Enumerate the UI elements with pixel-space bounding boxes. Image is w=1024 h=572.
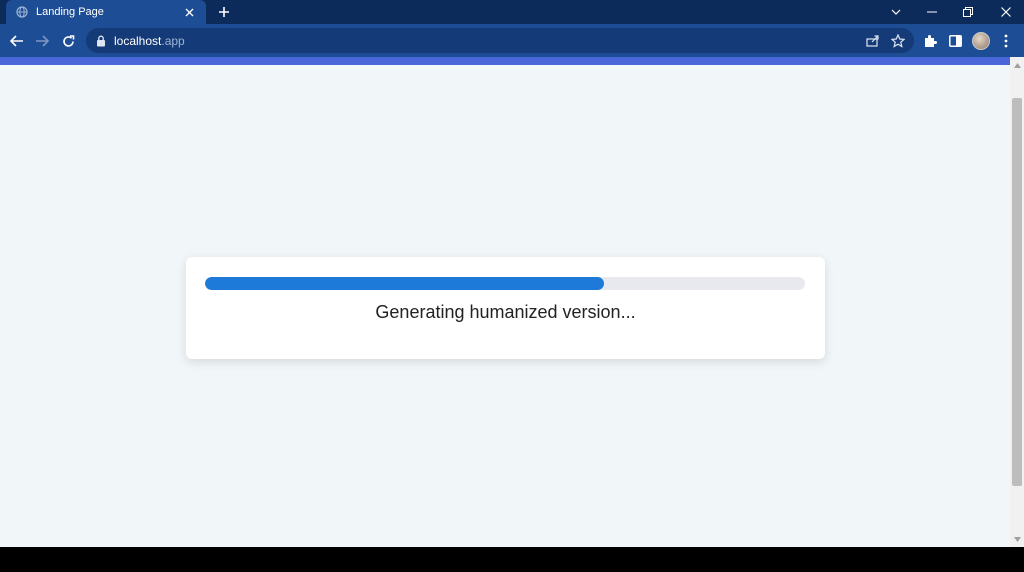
bookmark-star-icon[interactable] <box>887 30 909 52</box>
progress-bar-fill <box>205 277 604 290</box>
address-tld: .app <box>161 33 185 48</box>
address-host: localhost <box>114 33 162 48</box>
extensions-puzzle-icon[interactable] <box>919 30 941 52</box>
progress-bar <box>205 277 805 290</box>
share-icon[interactable] <box>862 30 884 52</box>
page-header-strip <box>0 57 1024 65</box>
scroll-up-arrow-icon[interactable] <box>1010 60 1024 70</box>
screen-bottom-bar <box>0 547 1024 572</box>
tab-title: Landing Page <box>36 6 104 18</box>
close-window-button[interactable] <box>988 0 1024 24</box>
progress-card: Generating humanized version... <box>186 257 825 359</box>
tab-landing-page[interactable]: Landing Page <box>6 0 206 24</box>
address-bar[interactable]: localhost .app <box>86 28 914 53</box>
back-button[interactable] <box>6 30 28 52</box>
minimize-button[interactable] <box>914 0 950 24</box>
more-menu-icon[interactable] <box>995 30 1017 52</box>
side-panel-icon[interactable] <box>944 30 966 52</box>
close-tab-icon[interactable] <box>182 5 196 19</box>
reload-button[interactable] <box>57 30 79 52</box>
browser-toolbar: localhost .app <box>0 24 1024 57</box>
scroll-down-arrow-icon[interactable] <box>1010 534 1024 544</box>
globe-icon <box>16 6 28 18</box>
lock-icon[interactable] <box>96 35 108 47</box>
scrollbar-thumb[interactable] <box>1012 98 1022 486</box>
forward-button[interactable] <box>31 30 53 52</box>
restore-button[interactable] <box>950 0 986 24</box>
profile-avatar[interactable] <box>972 32 990 50</box>
status-text: Generating humanized version... <box>375 302 636 322</box>
tab-strip: Landing Page <box>0 0 1024 24</box>
new-tab-button[interactable] <box>214 2 234 22</box>
tab-search-chevron-icon[interactable] <box>878 0 914 24</box>
